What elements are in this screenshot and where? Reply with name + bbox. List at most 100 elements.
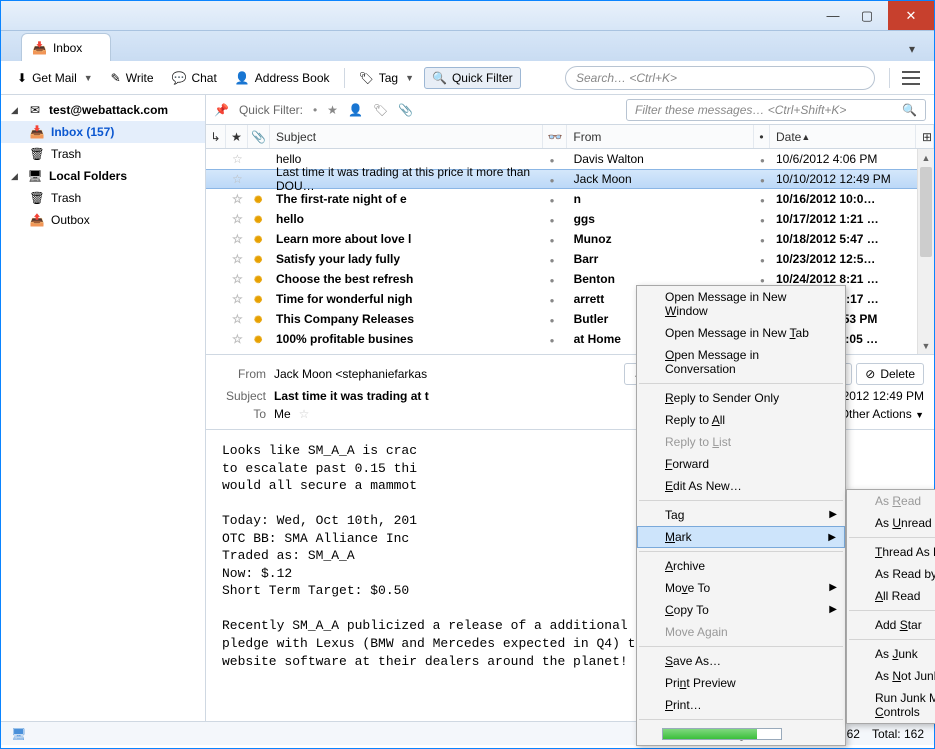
from-label: From [216, 367, 266, 381]
col-date[interactable]: Date ▲ [770, 125, 916, 148]
close-button[interactable]: ✕ [888, 1, 934, 30]
msg-from: ggs [568, 212, 754, 226]
online-icon[interactable]: 🖥 [11, 727, 26, 741]
filter-input[interactable]: Filter these messages… <Ctrl+Shift+K> 🔍 [626, 99, 926, 121]
menu-copy-to[interactable]: Copy To▶ [637, 599, 845, 621]
col-picker[interactable]: ⊞ [916, 125, 934, 148]
menu-tag[interactable]: Tag▶ [637, 504, 845, 526]
account-row[interactable]: ◢✉test@webattack.com [1, 99, 205, 121]
menu-edit-new[interactable]: Edit As New… [637, 475, 845, 497]
scroll-up[interactable]: ▲ [918, 149, 934, 166]
col-read[interactable]: 👓 [543, 125, 567, 148]
col-thread[interactable]: ↳ [206, 125, 226, 148]
menu-reply-all[interactable]: Reply to All [637, 409, 845, 431]
star-icon[interactable]: ☆ [226, 192, 248, 206]
other-actions-button[interactable]: Other Actions ▼ [840, 407, 924, 421]
folder-outbox[interactable]: 📤Outbox [1, 209, 205, 231]
menu-open-window[interactable]: Open Message in New Window [637, 286, 845, 322]
menu-open-conversation[interactable]: Open Message in Conversation [637, 344, 845, 380]
star-icon[interactable]: ☆ [226, 272, 248, 286]
tab-inbox[interactable]: 📥 Inbox [21, 33, 111, 61]
submenu-thread-read[interactable]: Thread As Read [847, 541, 935, 563]
menu-open-tab[interactable]: Open Message in New Tab [637, 322, 845, 344]
unread-filter-icon[interactable]: • [313, 103, 317, 117]
quick-filter-button[interactable]: 🔍Quick Filter [424, 67, 521, 89]
minimize-button[interactable]: — [816, 1, 850, 30]
message-row[interactable]: ☆✺hello●ggs●10/17/2012 1:21 … [206, 209, 934, 229]
star-icon[interactable]: ☆ [226, 232, 248, 246]
submenu-add-star[interactable]: Add Star [847, 614, 935, 636]
folder-trash[interactable]: 🗑Trash [1, 143, 205, 165]
menu-forward[interactable]: Forward [637, 453, 845, 475]
message-row[interactable]: ☆✺Satisfy your lady fully●Barr●10/23/201… [206, 249, 934, 269]
star-icon[interactable]: ☆ [226, 332, 248, 346]
tab-label: Inbox [53, 41, 82, 55]
col-attachment[interactable]: 📎 [248, 125, 270, 148]
msg-from: Jack Moon [568, 172, 754, 186]
folder-inbox[interactable]: 📥Inbox (157) [1, 121, 205, 143]
dot-icon: ● [760, 236, 765, 245]
star-icon[interactable]: ☆ [226, 312, 248, 326]
msg-subject: hello [270, 152, 544, 166]
msg-subject: 100% profitable busines [270, 332, 544, 346]
address-book-button[interactable]: 👤Address Book [227, 67, 338, 89]
contact-filter-icon[interactable]: 👤 [348, 103, 363, 117]
col-from[interactable]: From [567, 125, 754, 148]
menu-print-preview[interactable]: Print Preview [637, 672, 845, 694]
chat-button[interactable]: 💬Chat [164, 67, 225, 89]
dot-icon: ● [760, 276, 765, 285]
submenu-run-junk[interactable]: Run Junk Mail Controls [847, 687, 935, 723]
star-icon[interactable]: ☆ [226, 172, 248, 186]
col-subject[interactable]: Subject [270, 125, 543, 148]
search-input[interactable]: Search… <Ctrl+K> [565, 66, 875, 90]
message-row[interactable]: ☆Last time it was trading at this price … [206, 169, 934, 189]
mark-submenu: As Read As Unread Thread As Read As Read… [846, 489, 935, 724]
tag-button[interactable]: 🏷Tag▼ [351, 67, 423, 89]
star-icon[interactable]: ☆ [299, 407, 310, 421]
msg-date: 10/24/2012 8:21 … [770, 272, 916, 286]
scrollbar[interactable]: ▲ ▼ [917, 149, 934, 354]
tab-dropdown[interactable]: ▾ [900, 37, 924, 61]
menu-move-again: Move Again [637, 621, 845, 643]
menu-mark[interactable]: Mark▶ [637, 526, 845, 548]
submenu-as-unread[interactable]: As Unread [847, 512, 935, 534]
tag-filter-icon[interactable]: 🏷 [373, 103, 388, 117]
star-icon[interactable]: ☆ [226, 252, 248, 266]
app-menu-button[interactable] [902, 71, 920, 85]
menu-reply-sender[interactable]: Reply to Sender Only [637, 387, 845, 409]
submenu-as-junk[interactable]: As Junk [847, 643, 935, 665]
maximize-button[interactable]: ▢ [850, 1, 884, 30]
menu-save-as[interactable]: Save As… [637, 650, 845, 672]
other-actions-label: Other Actions [840, 407, 912, 421]
folder-trash-local[interactable]: 🗑Trash [1, 187, 205, 209]
column-headers: ↳ ★ 📎 Subject 👓 From • Date ▲ ⊞ [206, 125, 934, 149]
write-button[interactable]: ✎Write [103, 67, 162, 89]
from-value: Jack Moon <stephaniefarkas [274, 367, 427, 381]
message-row[interactable]: ☆✺Learn more about love l●Munoz●10/18/20… [206, 229, 934, 249]
scroll-down[interactable]: ▼ [918, 337, 934, 354]
star-icon[interactable]: ☆ [226, 292, 248, 306]
message-row[interactable]: ☆✺The first-rate night of e●n●10/16/2012… [206, 189, 934, 209]
menu-archive[interactable]: Archive [637, 555, 845, 577]
quick-filter-bar: 📌 Quick Filter: • ★ 👤 🏷 📎 Filter these m… [206, 95, 934, 125]
menu-print[interactable]: Print… [637, 694, 845, 716]
new-icon: ✺ [254, 295, 262, 306]
menu-move-to[interactable]: Move To▶ [637, 577, 845, 599]
star-icon[interactable]: ☆ [226, 212, 248, 226]
local-folders-row[interactable]: ◢🖥Local Folders [1, 165, 205, 187]
pin-icon[interactable]: 📌 [214, 103, 229, 117]
col-status[interactable]: • [754, 125, 770, 148]
attachment-filter-icon[interactable]: 📎 [398, 103, 413, 117]
submenu-by-date[interactable]: As Read by Date… [847, 563, 935, 585]
submenu-not-junk[interactable]: As Not Junk [847, 665, 935, 687]
star-filter-icon[interactable]: ★ [327, 103, 338, 117]
star-icon[interactable]: ☆ [226, 152, 248, 166]
scroll-thumb[interactable] [920, 167, 932, 257]
msg-subject: Last time it was trading at this price i… [270, 165, 544, 193]
submenu-all-read[interactable]: All Read [847, 585, 935, 607]
get-mail-label: Get Mail [32, 71, 77, 85]
col-star[interactable]: ★ [226, 125, 248, 148]
get-mail-button[interactable]: ⬇Get Mail▼ [9, 67, 101, 89]
dot-icon: ● [550, 216, 555, 225]
delete-button[interactable]: ⊘Delete [856, 363, 924, 385]
